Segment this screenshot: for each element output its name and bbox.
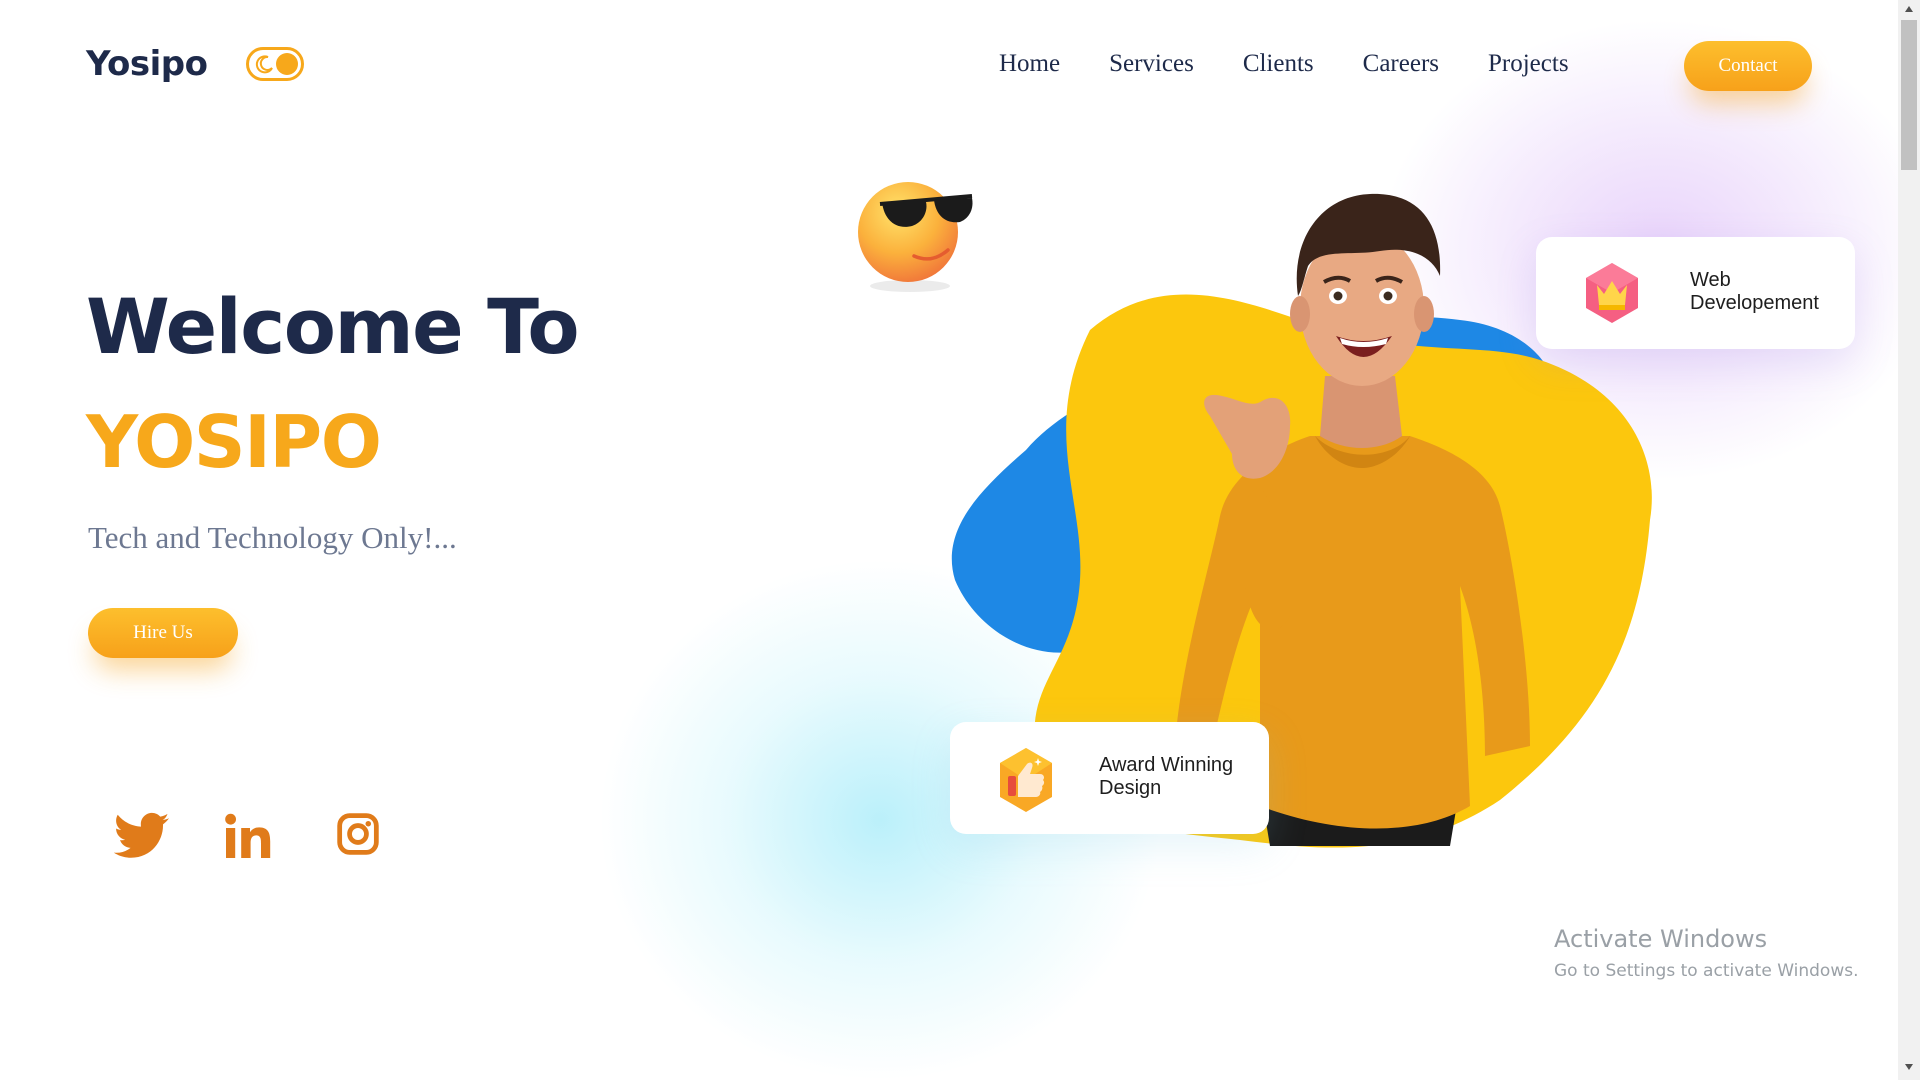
hero-brand: YOSIPO xyxy=(86,400,382,484)
nav-services[interactable]: Services xyxy=(1109,50,1194,78)
activate-windows-watermark: Activate Windows Go to Settings to activ… xyxy=(1554,925,1859,981)
web-development-card: Web Developement xyxy=(1536,237,1855,349)
nav-careers[interactable]: Careers xyxy=(1363,50,1439,78)
vertical-scrollbar[interactable] xyxy=(1898,0,1920,1080)
moon-icon xyxy=(255,55,273,74)
web-development-label: Web Developement xyxy=(1690,269,1819,314)
thumbs-up-badge-icon xyxy=(1000,748,1052,812)
scroll-down-arrow-icon[interactable] xyxy=(1905,1064,1913,1070)
crown-badge-icon xyxy=(1586,263,1638,323)
scroll-thumb[interactable] xyxy=(1901,20,1917,170)
contact-button[interactable]: Contact xyxy=(1684,41,1812,91)
page: Yosipo Home Services Clients Careers Pro… xyxy=(0,0,1898,1080)
theme-toggle[interactable] xyxy=(246,47,304,81)
award-winning-design-card: Award Winning Design xyxy=(950,722,1269,834)
hire-us-button[interactable]: Hire Us xyxy=(88,608,238,658)
instagram-icon[interactable] xyxy=(336,812,380,856)
watermark-subtitle: Go to Settings to activate Windows. xyxy=(1554,961,1859,981)
site-logo[interactable]: Yosipo xyxy=(86,44,208,84)
nav-clients[interactable]: Clients xyxy=(1243,50,1314,78)
nav-projects[interactable]: Projects xyxy=(1488,50,1569,78)
watermark-title: Activate Windows xyxy=(1554,925,1768,953)
main-nav: Home Services Clients Careers Projects xyxy=(999,50,1618,78)
scroll-up-arrow-icon[interactable] xyxy=(1905,6,1913,12)
toggle-knob xyxy=(276,53,298,75)
linkedin-icon[interactable] xyxy=(224,812,272,860)
nav-home[interactable]: Home xyxy=(999,50,1060,78)
hero-tagline: Tech and Technology Only!... xyxy=(88,520,457,555)
hero-title: Welcome To xyxy=(86,282,580,371)
twitter-icon[interactable] xyxy=(114,812,170,860)
award-winning-design-label: Award Winning Design xyxy=(1099,754,1234,799)
sunglasses-emoji-icon xyxy=(858,182,973,292)
